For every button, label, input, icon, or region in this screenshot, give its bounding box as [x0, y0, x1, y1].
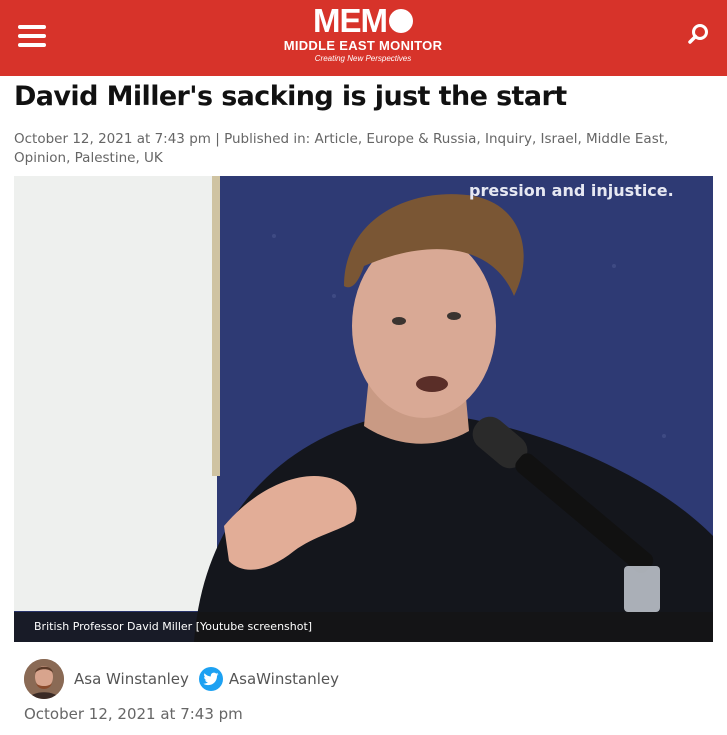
logo-brand-text: MEM: [313, 2, 388, 39]
author-name[interactable]: Asa Winstanley: [74, 670, 189, 688]
search-icon[interactable]: [685, 22, 711, 48]
logo-subtitle: MIDDLE EAST MONITOR: [283, 38, 443, 53]
logo-o-circle: [389, 9, 413, 33]
image-caption: British Professor David Miller [Youtube …: [14, 612, 713, 642]
article-headline: David Miller's sacking is just the start: [14, 81, 567, 112]
logo-wordmark: MEM: [313, 4, 413, 38]
meta-separator: |: [215, 131, 220, 147]
twitter-handle[interactable]: AsaWinstanley: [229, 670, 339, 688]
image-overlay-text: pression and injustice.: [469, 181, 674, 200]
published-in-label: Published in:: [224, 131, 311, 147]
author-row: Asa Winstanley AsaWinstanley: [24, 659, 339, 699]
author-date: October 12, 2021 at 7:43 pm: [24, 705, 243, 723]
article-meta: October 12, 2021 at 7:43 pm | Published …: [14, 130, 714, 168]
author-avatar[interactable]: [24, 659, 64, 699]
logo-tagline: Creating New Perspectives: [314, 54, 412, 63]
hamburger-menu-icon[interactable]: [18, 25, 46, 47]
site-header: MEM MIDDLE EAST MONITOR Creating New Per…: [0, 0, 727, 76]
article-date: October 12, 2021 at 7:43 pm: [14, 131, 211, 147]
twitter-icon[interactable]: [198, 667, 223, 691]
article-image: pression and injustice. British Professo…: [14, 176, 713, 642]
site-logo[interactable]: MEM MIDDLE EAST MONITOR Creating New Per…: [263, 4, 463, 64]
